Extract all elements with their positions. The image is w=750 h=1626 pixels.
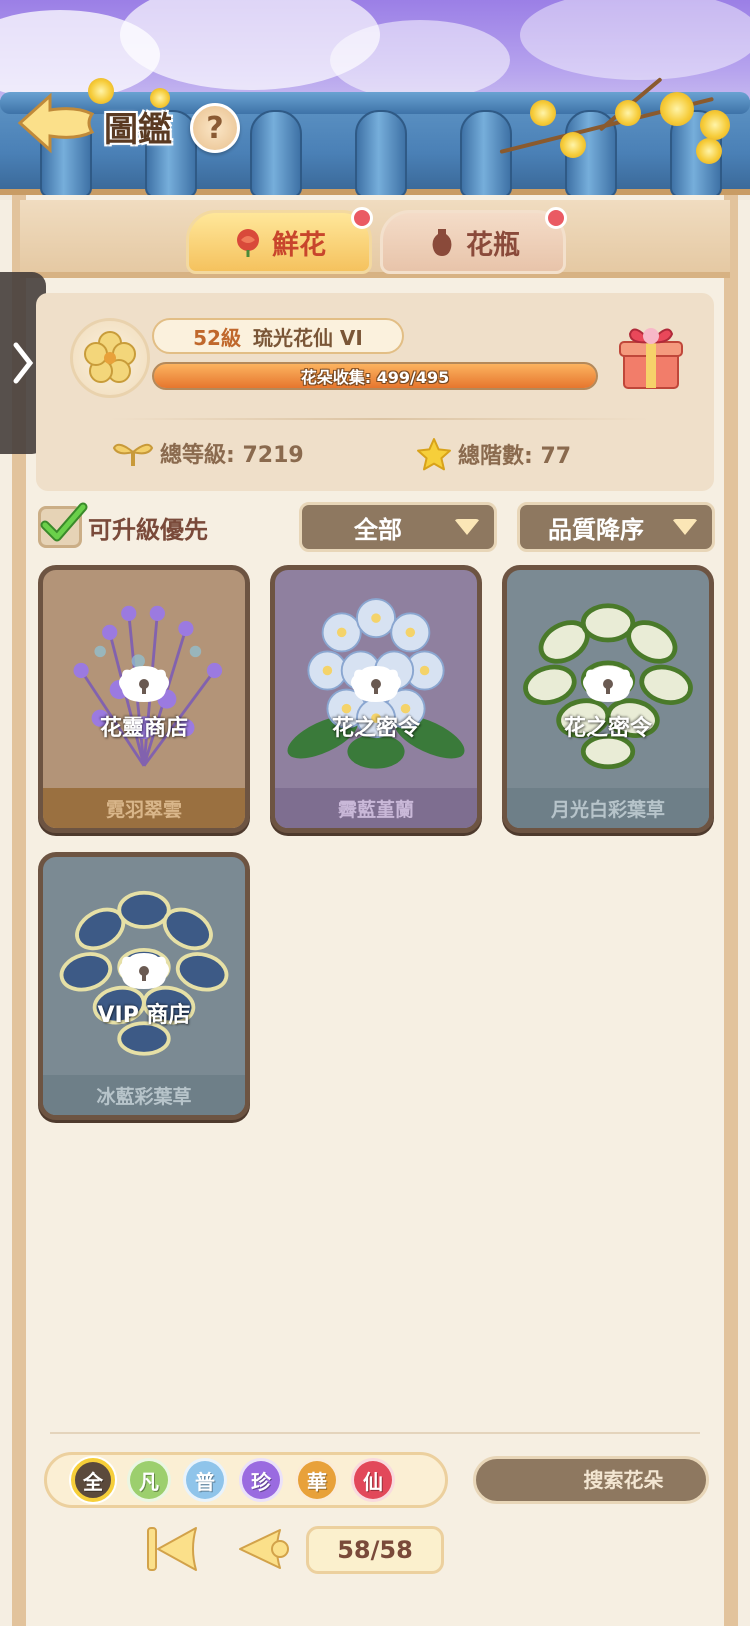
checkmark-icon <box>40 502 88 542</box>
flower-card[interactable]: 花之密令 霽藍堇蘭 <box>270 565 482 833</box>
chevron-right-icon <box>13 342 34 384</box>
total-stage-label: 總階數: 77 <box>458 444 572 469</box>
rarity-filter-rare[interactable]: 珍 <box>239 1458 283 1502</box>
flower-source: 花之密令 <box>563 716 652 741</box>
divider <box>110 418 650 420</box>
flower-emblem-icon <box>70 318 150 398</box>
total-level-label: 總等級: 7219 <box>160 443 304 468</box>
level-ribbon: 52級 琉光花仙 VI <box>152 318 404 354</box>
upgrade-priority-label: 可升級優先 <box>88 515 208 544</box>
collection-progress-text: 花朵收集: 499/495 <box>300 368 450 387</box>
chevron-down-icon <box>672 519 698 535</box>
flower-card[interactable]: 花靈商店 霓羽翠雲 <box>38 565 250 833</box>
rarity-filter-immortal[interactable]: 仙 <box>351 1458 395 1502</box>
total-stage-stat: 總階數: 77 <box>416 437 571 471</box>
flower-source: 花靈商店 <box>99 716 188 741</box>
flower-card[interactable]: VIP 商店 冰藍彩葉草 <box>38 852 250 1120</box>
rarity-filter-normal[interactable]: 普 <box>183 1458 227 1502</box>
star-icon <box>417 438 451 471</box>
lock-icon <box>119 953 169 989</box>
previous-page-button[interactable] <box>236 1524 296 1574</box>
first-page-button[interactable] <box>144 1524 204 1574</box>
back-button[interactable] <box>16 92 96 154</box>
rarity-filter-bar: 全 凡 普 珍 華 仙 <box>44 1452 448 1508</box>
rarity-filter-all[interactable]: 全 <box>71 1458 115 1502</box>
rose-icon <box>237 229 259 257</box>
player-rank: 琉光花仙 VI <box>252 325 363 350</box>
flower-name: 月光白彩葉草 <box>507 788 709 828</box>
previous-page-icon <box>239 1529 289 1569</box>
notification-dot <box>351 207 373 229</box>
back-arrow-icon <box>17 92 95 154</box>
tab-vases-label: 花瓶 <box>466 229 520 261</box>
vase-icon <box>432 229 452 256</box>
sort-dropdown-label: 品質降序 <box>548 515 644 544</box>
flower-source: VIP 商店 <box>97 1003 191 1028</box>
category-dropdown-label: 全部 <box>354 515 402 544</box>
tab-vases[interactable]: 花瓶 <box>380 207 567 274</box>
chevron-down-icon <box>454 519 480 535</box>
flower-name: 冰藍彩葉草 <box>43 1075 245 1115</box>
lock-icon <box>583 666 633 702</box>
rarity-filter-common[interactable]: 凡 <box>127 1458 171 1502</box>
flower-source: 花之密令 <box>331 716 420 741</box>
flower-card[interactable]: 花之密令 月光白彩葉草 <box>502 565 714 833</box>
sort-dropdown[interactable]: 品質降序 <box>517 502 715 552</box>
upgrade-priority-toggle[interactable]: 可升級優先 <box>38 502 208 548</box>
player-level: 52級 <box>193 325 241 350</box>
question-icon: ? <box>206 110 224 146</box>
page-counter: 58/58 <box>306 1526 444 1574</box>
notification-dot <box>545 207 567 229</box>
tab-flowers[interactable]: 鮮花 <box>186 207 373 274</box>
tab-bar <box>20 200 730 278</box>
total-level-stat: 總等級: 7219 <box>112 437 304 469</box>
search-input[interactable] <box>484 1468 750 1492</box>
lock-icon <box>119 666 169 702</box>
category-dropdown[interactable]: 全部 <box>299 502 497 552</box>
flower-name: 霽藍堇蘭 <box>275 788 477 828</box>
first-page-icon <box>147 1527 197 1571</box>
gift-box-icon <box>619 328 683 389</box>
tab-flowers-label: 鮮花 <box>272 229 326 261</box>
page-title: 圖鑑 <box>104 110 172 150</box>
help-button[interactable]: ? <box>190 103 240 153</box>
divider <box>50 1432 700 1434</box>
lock-icon <box>351 666 401 702</box>
search-box[interactable] <box>473 1456 750 1504</box>
upgrade-priority-checkbox[interactable] <box>38 502 88 548</box>
flower-name: 霓羽翠雲 <box>43 788 245 828</box>
gift-box-button[interactable] <box>616 318 686 392</box>
sprout-icon <box>112 443 154 466</box>
rarity-filter-splendid[interactable]: 華 <box>295 1458 339 1502</box>
